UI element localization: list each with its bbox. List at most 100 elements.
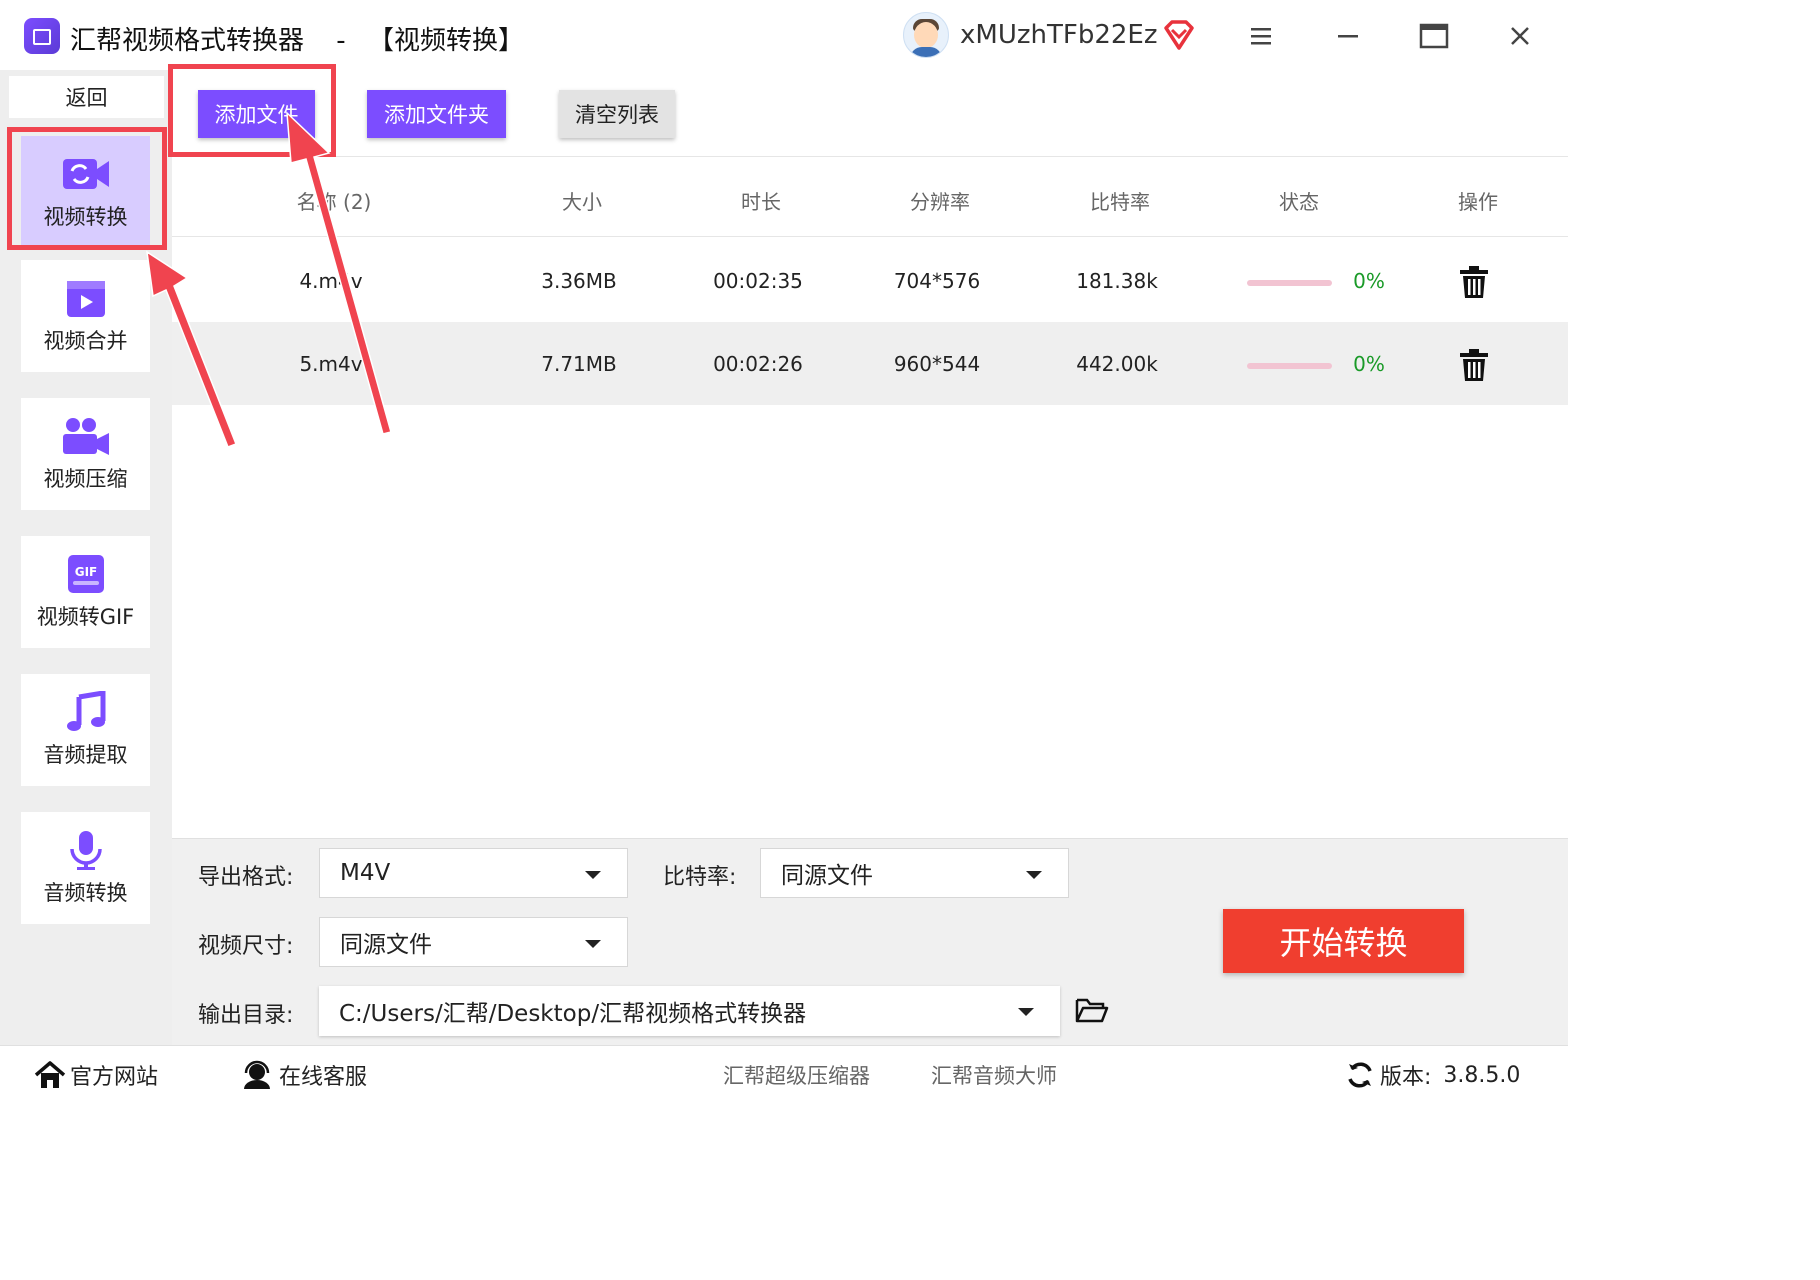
maximize-button[interactable] xyxy=(1416,18,1452,54)
format-label: 导出格式: xyxy=(198,865,294,890)
video-merge-icon xyxy=(66,281,105,317)
sidebar-item-video-compress[interactable]: 视频压缩 xyxy=(21,398,150,510)
video-size-select[interactable]: 同源文件 xyxy=(319,917,628,967)
output-dir-label: 输出目录: xyxy=(198,1003,294,1028)
audio-master-link[interactable]: 汇帮音频大师 xyxy=(931,1060,1057,1090)
app-logo-icon xyxy=(24,18,60,54)
sidebar-item-label: 视频转换 xyxy=(43,205,128,229)
output-settings: 导出格式: M4V 比特率: 同源文件 视频尺寸: 同源文件 输出目录: C:/… xyxy=(172,838,1568,1046)
username[interactable]: xMUzhTFb22Ez xyxy=(960,20,1157,50)
online-support-label: 在线客服 xyxy=(279,1065,368,1090)
output-dir-select[interactable]: C:/Users/汇帮/Desktop/汇帮视频格式转换器 xyxy=(319,986,1060,1036)
add-folder-button[interactable]: 添加文件夹 xyxy=(367,90,506,138)
clear-list-button[interactable]: 清空列表 xyxy=(559,90,675,138)
close-button[interactable] xyxy=(1502,18,1538,54)
file-name: 4.m4v xyxy=(299,269,363,293)
sidebar-item-label: 视频合并 xyxy=(43,329,128,353)
window-title: 汇帮视频格式转换器 - 【视频转换】 xyxy=(70,20,524,57)
refresh-icon xyxy=(1348,1062,1372,1088)
super-compressor-link[interactable]: 汇帮超级压缩器 xyxy=(723,1060,870,1090)
status-percent: 0% xyxy=(1353,269,1385,293)
col-duration: 时长 xyxy=(741,190,781,214)
file-bitrate: 181.38k xyxy=(1076,269,1158,293)
video-compress-icon xyxy=(62,418,109,455)
menu-button[interactable] xyxy=(1243,18,1279,54)
file-name: 5.m4v xyxy=(299,352,363,376)
sidebar-item-video-merge[interactable]: 视频合并 xyxy=(21,260,150,372)
format-select[interactable]: M4V xyxy=(319,848,628,898)
sidebar-item-label: 视频转GIF xyxy=(36,605,135,629)
online-support-link[interactable]: 在线客服 xyxy=(241,1059,367,1091)
avatar[interactable] xyxy=(903,12,949,58)
video-convert-icon xyxy=(62,159,109,189)
col-action: 操作 xyxy=(1458,190,1498,214)
video-size-label: 视频尺寸: xyxy=(198,934,294,959)
sidebar-item-video-gif[interactable]: GIF 视频转GIF xyxy=(21,536,150,648)
sidebar-item-audio-convert[interactable]: 音频转换 xyxy=(21,812,150,924)
home-icon xyxy=(34,1061,66,1088)
file-duration: 00:02:26 xyxy=(713,352,803,376)
menu-icon xyxy=(1251,28,1271,45)
minimize-icon xyxy=(1338,35,1358,38)
file-resolution: 704*576 xyxy=(893,269,981,293)
music-note-icon xyxy=(66,691,105,731)
output-dir-value: C:/Users/汇帮/Desktop/汇帮视频格式转换器 xyxy=(339,1001,807,1027)
delete-icon[interactable] xyxy=(1459,265,1489,299)
file-resolution: 960*544 xyxy=(893,352,981,376)
bitrate-value: 同源文件 xyxy=(781,863,873,889)
vip-diamond-icon[interactable] xyxy=(1162,18,1196,52)
format-value: M4V xyxy=(340,860,391,886)
footer: 官方网站 在线客服 汇帮超级压缩器 汇帮音频大师 版本: 3.8.5.0 xyxy=(0,1045,1568,1104)
sidebar-item-label: 视频压缩 xyxy=(43,467,128,491)
svg-text:GIF: GIF xyxy=(74,565,97,579)
chevron-down-icon xyxy=(1018,1008,1034,1016)
table-row[interactable]: 4.m4v 3.36MB 00:02:35 704*576 181.38k 0% xyxy=(172,239,1568,322)
maximize-icon xyxy=(1419,23,1449,49)
sidebar-item-video-convert[interactable]: 视频转换 xyxy=(21,136,150,248)
minimize-button[interactable] xyxy=(1330,18,1366,54)
col-bitrate: 比特率 xyxy=(1090,190,1150,214)
bitrate-label: 比特率: xyxy=(663,865,737,890)
section-name: 【视频转换】 xyxy=(367,26,524,56)
status-percent: 0% xyxy=(1353,352,1385,376)
title-separator: - xyxy=(336,26,346,56)
toolbar: 添加文件 添加文件夹 清空列表 xyxy=(172,70,1568,157)
official-website-label: 官方网站 xyxy=(70,1065,159,1090)
gif-icon: GIF xyxy=(67,555,104,593)
official-website-link[interactable]: 官方网站 xyxy=(34,1059,158,1091)
bitrate-select[interactable]: 同源文件 xyxy=(760,848,1069,898)
col-status: 状态 xyxy=(1279,190,1319,214)
start-convert-button[interactable]: 开始转换 xyxy=(1223,909,1464,973)
back-button[interactable]: 返回 xyxy=(9,76,164,118)
file-table-header: 名称 (2) 大小 时长 分辨率 比特率 状态 操作 xyxy=(172,160,1568,237)
file-duration: 00:02:35 xyxy=(713,269,803,293)
video-size-value: 同源文件 xyxy=(340,932,432,958)
chevron-down-icon xyxy=(1026,871,1042,879)
file-size: 7.71MB xyxy=(541,352,617,376)
progress-bar xyxy=(1247,280,1332,286)
col-size: 大小 xyxy=(562,190,602,214)
version-label: 版本: xyxy=(1380,1065,1432,1090)
file-bitrate: 442.00k xyxy=(1076,352,1158,376)
delete-icon[interactable] xyxy=(1459,348,1489,382)
title-bar: 汇帮视频格式转换器 - 【视频转换】 xMUzhTFb22Ez xyxy=(0,0,1568,71)
col-name: 名称 (2) xyxy=(296,190,372,214)
add-file-button[interactable]: 添加文件 xyxy=(198,90,315,138)
folder-open-icon[interactable] xyxy=(1075,996,1109,1024)
chevron-down-icon xyxy=(585,940,601,948)
sidebar-item-label: 音频提取 xyxy=(43,743,128,767)
sidebar-item-audio-extract[interactable]: 音频提取 xyxy=(21,674,150,786)
table-row[interactable]: 5.m4v 7.71MB 00:02:26 960*544 442.00k 0% xyxy=(172,322,1568,405)
microphone-icon xyxy=(69,831,102,870)
sidebar: 返回 视频转换 视频合并 视频压缩 GIF 视频转GIF 音频提取 音频转换 xyxy=(0,70,172,1045)
customer-service-icon xyxy=(244,1060,270,1089)
app-name: 汇帮视频格式转换器 xyxy=(70,26,305,56)
file-size: 3.36MB xyxy=(541,269,617,293)
progress-bar xyxy=(1247,363,1332,369)
version-info[interactable]: 版本: 3.8.5.0 xyxy=(1345,1059,1520,1091)
col-resolution: 分辨率 xyxy=(910,190,970,214)
version-number: 3.8.5.0 xyxy=(1443,1062,1521,1088)
sidebar-item-label: 音频转换 xyxy=(43,881,128,905)
chevron-down-icon xyxy=(585,871,601,879)
close-icon xyxy=(1511,27,1529,45)
